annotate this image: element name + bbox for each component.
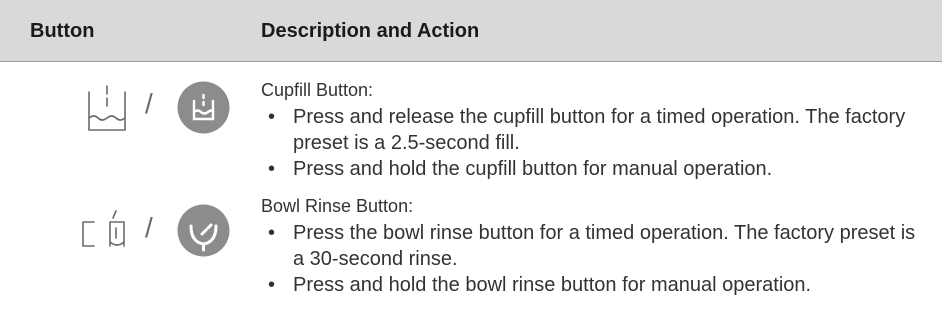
button-description-table: Button Description and Action / Cupfill … <box>0 0 942 333</box>
header-description-column: Description and Action <box>261 20 480 42</box>
list-item: • Press and hold the cupfill button for … <box>261 156 931 182</box>
table-row-bowl-rinse: / Bowl Rinse Button: • Press the bowl ri… <box>0 190 942 333</box>
cupfill-circle-icon <box>177 81 230 139</box>
separator-slash: / <box>145 212 153 243</box>
bullet-text: Press and hold the cupfill button for ma… <box>293 158 773 180</box>
list-item: • Press and hold the bowl rinse button f… <box>261 272 931 298</box>
bullet-text: Press and hold the bowl rinse button for… <box>293 274 812 296</box>
description-cell: Cupfill Button: • Press and release the … <box>261 78 931 182</box>
bullet-icon: • <box>268 106 276 128</box>
bullet-text: Press the bowl rinse button for a timed … <box>293 222 916 270</box>
button-icon-cell: / <box>0 190 250 333</box>
table-row-cupfill: / Cupfill Button: • Press and release th… <box>0 62 942 190</box>
bullet-icon: • <box>268 158 276 180</box>
cupfill-bullet-list: • Press and release the cupfill button f… <box>261 104 931 182</box>
button-icon-cell: / <box>0 62 250 190</box>
separator-slash: / <box>145 88 153 119</box>
bowl-rinse-title: Bowl Rinse Button: <box>261 196 414 216</box>
list-item: • Press the bowl rinse button for a time… <box>261 220 931 272</box>
bullet-icon: • <box>268 222 276 244</box>
bullet-text: Press and release the cupfill button for… <box>293 106 906 154</box>
bowl-rinse-outline-icon <box>80 208 138 257</box>
list-item: • Press and release the cupfill button f… <box>261 104 931 156</box>
description-cell: Bowl Rinse Button: • Press the bowl rins… <box>261 194 931 298</box>
bullet-icon: • <box>268 274 276 296</box>
bowl-rinse-circle-icon <box>177 204 230 262</box>
bowl-rinse-bullet-list: • Press the bowl rinse button for a time… <box>261 220 931 298</box>
cupfill-outline-icon <box>86 84 128 137</box>
cupfill-title: Cupfill Button: <box>261 80 374 100</box>
header-button-column: Button <box>30 20 95 42</box>
table-header: Button Description and Action <box>0 0 942 62</box>
